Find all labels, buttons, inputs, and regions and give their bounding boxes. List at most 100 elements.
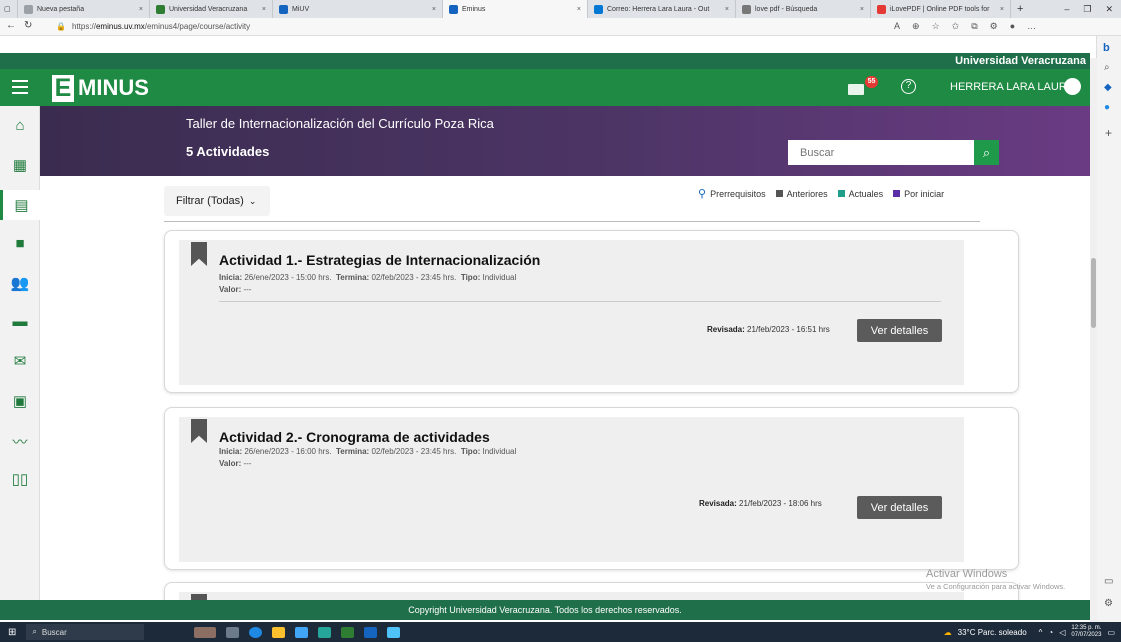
lock-icon: 🔒 xyxy=(56,22,66,31)
browser-tab[interactable]: love pdf - Búsqueda × xyxy=(736,0,871,18)
search-input[interactable] xyxy=(788,140,974,165)
read-aloud-icon[interactable]: A xyxy=(894,21,900,32)
tab-favicon xyxy=(449,4,458,14)
forum-icon[interactable]: ▬ xyxy=(0,306,40,336)
content-icon[interactable]: ■ xyxy=(0,228,40,258)
close-icon[interactable]: × xyxy=(994,6,1004,13)
file-explorer-icon[interactable] xyxy=(272,626,286,638)
edge-icon[interactable] xyxy=(249,626,263,638)
excel-icon[interactable] xyxy=(341,626,355,638)
start-label: Inicia: xyxy=(219,273,243,282)
close-icon[interactable]: × xyxy=(854,6,864,13)
settings-icon[interactable]: ⚙ xyxy=(1104,598,1113,609)
reviewed-info: Revisada: 21/feb/2023 - 18:06 hrs xyxy=(699,499,822,508)
address-bar: ← ↻ 🔒 https://eminus.uv.mx/eminus4/page/… xyxy=(0,18,1121,36)
tab-actions-icon[interactable]: ▢ xyxy=(0,0,18,18)
panel-icon[interactable]: ▭ xyxy=(1104,576,1113,587)
weather-text[interactable]: 33°C Parc. soleado xyxy=(958,628,1027,637)
word-icon[interactable] xyxy=(364,626,378,638)
home-icon[interactable]: ⌂ xyxy=(0,110,40,140)
activity-value: Valor: --- xyxy=(219,285,251,294)
value-label: Valor: xyxy=(219,459,242,468)
user-avatar-icon[interactable] xyxy=(1064,78,1081,95)
search-icon[interactable]: ⌕ xyxy=(974,140,999,165)
start-date: 26/ene/2023 - 16:00 hrs. xyxy=(244,447,332,456)
outlook-icon[interactable]: ● xyxy=(1104,102,1110,113)
windows-start-icon[interactable]: ⊞ xyxy=(8,627,16,638)
volume-icon[interactable]: ◁ xyxy=(1059,628,1065,637)
zoom-icon[interactable]: ⊕ xyxy=(912,21,920,32)
legend-swatch xyxy=(837,190,845,197)
close-icon[interactable]: × xyxy=(426,6,436,13)
close-window-icon[interactable]: ✕ xyxy=(1105,4,1113,15)
close-icon[interactable]: × xyxy=(256,6,266,13)
task-view-icon[interactable] xyxy=(226,626,240,638)
activities-icon[interactable]: ▤ xyxy=(0,190,40,220)
divider xyxy=(219,301,941,302)
minimize-icon[interactable]: – xyxy=(1064,4,1069,15)
view-details-button[interactable]: Ver detalles xyxy=(857,496,942,519)
help-icon[interactable]: ? xyxy=(901,79,916,94)
store-icon[interactable] xyxy=(295,626,309,638)
search-icon[interactable]: ⌕ xyxy=(1104,62,1110,73)
favorites-icon[interactable]: ✩ xyxy=(952,21,960,32)
browser-tab[interactable]: Nueva pestaña × xyxy=(18,0,150,18)
tray-chevron-icon[interactable]: ^ xyxy=(1039,628,1043,637)
filter-dropdown[interactable]: Filtrar (Todas) ⌄ xyxy=(164,186,270,216)
browser-tab[interactable]: iLovePDF | Online PDF tools for × xyxy=(871,0,1011,18)
browser-tab[interactable]: Universidad Veracruzana × xyxy=(150,0,273,18)
notifications-icon[interactable]: ▭ xyxy=(1107,628,1115,637)
mail-icon[interactable]: ✉ xyxy=(0,346,40,376)
user-name[interactable]: HERRERA LARA LAURA xyxy=(950,81,1074,93)
more-icon[interactable]: … xyxy=(1027,21,1036,32)
url-field[interactable]: 🔒 https://eminus.uv.mx/eminus4/page/cour… xyxy=(48,20,888,34)
favorite-star-icon[interactable]: ☆ xyxy=(932,21,940,32)
close-icon[interactable]: × xyxy=(133,6,143,13)
activity-card: Actividad 2.- Cronograma de actividades … xyxy=(164,407,1019,570)
new-tab-icon[interactable]: + xyxy=(1011,0,1031,18)
activity-title[interactable]: Actividad 1.- Estrategias de Internacion… xyxy=(219,252,540,268)
tab-favicon xyxy=(24,4,33,14)
tab-favicon xyxy=(594,4,603,14)
book-icon[interactable]: ▯▯ xyxy=(0,464,40,494)
link-icon: ⚲ xyxy=(698,188,707,200)
back-icon[interactable]: ← xyxy=(6,20,16,31)
close-icon[interactable]: × xyxy=(719,6,729,13)
activity-title[interactable]: Actividad 2.- Cronograma de actividades xyxy=(219,429,490,445)
menu-icon[interactable] xyxy=(12,80,28,94)
close-icon[interactable]: × xyxy=(571,6,581,13)
restore-icon[interactable]: ❐ xyxy=(1083,4,1091,15)
dashboard-icon[interactable]: ▦ xyxy=(0,150,40,180)
profile-icon[interactable]: ● xyxy=(1010,21,1015,32)
taskbar-search-label: Buscar xyxy=(41,627,67,637)
page-scrollbar[interactable] xyxy=(1090,58,1097,622)
photos-icon[interactable] xyxy=(387,626,401,638)
network-icon[interactable]: ◔ xyxy=(1048,628,1053,637)
collections-icon[interactable]: ⧉ xyxy=(971,21,977,32)
view-details-button[interactable]: Ver detalles xyxy=(857,319,942,342)
broadcast-icon[interactable]: ▣ xyxy=(0,386,40,416)
mail-icon[interactable] xyxy=(848,84,864,95)
clock[interactable]: 12:35 p. m. 07/07/2023 xyxy=(1071,625,1101,639)
eminus-logo[interactable]: E MINUS xyxy=(52,73,149,103)
page-footer: Copyright Universidad Veracruzana. Todos… xyxy=(0,600,1090,620)
stats-icon[interactable]: 〰 xyxy=(0,426,40,456)
news-icon[interactable] xyxy=(194,626,217,638)
taskbar-search[interactable]: ⌕ Buscar xyxy=(26,624,145,640)
extensions-icon[interactable]: ⚙ xyxy=(990,21,998,32)
browser-tab-active[interactable]: Eminus × xyxy=(443,0,588,18)
refresh-icon[interactable]: ↻ xyxy=(24,20,32,31)
bing-icon[interactable]: b xyxy=(1103,42,1110,54)
tab-label: Universidad Veracruzana xyxy=(169,5,248,13)
browser-tab-strip: ▢ Nueva pestaña × Universidad Veracruzana… xyxy=(0,0,1121,18)
browser-tab[interactable]: Correo: Herrera Lara Laura - Out × xyxy=(588,0,736,18)
end-label: Termina: xyxy=(336,273,370,282)
value-text: --- xyxy=(243,459,252,468)
mail-app-icon[interactable] xyxy=(318,626,332,638)
add-icon[interactable]: + xyxy=(1105,126,1112,140)
scrollbar-thumb[interactable] xyxy=(1091,258,1096,328)
participants-icon[interactable]: 👥 xyxy=(0,268,40,298)
browser-tab[interactable]: MiUV × xyxy=(273,0,443,18)
reviewed-label: Revisada: xyxy=(707,325,745,334)
shopping-icon[interactable]: ◆ xyxy=(1104,82,1112,93)
